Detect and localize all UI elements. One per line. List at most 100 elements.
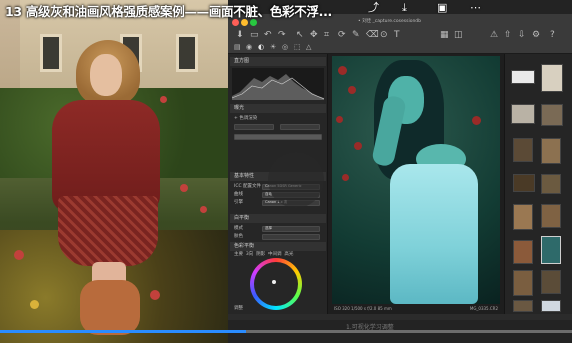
cursor-icon[interactable]: ↖ (296, 30, 304, 40)
viewer-status-bar: ISO 320 1/500 s f/2.0 85 mm MG_0335.CR2 (334, 306, 498, 312)
white-dress (390, 164, 478, 304)
share-icon[interactable]: ⤴ (368, 1, 379, 15)
copy-adjustments-icon[interactable]: ⇧ (504, 30, 512, 40)
shooting-info: ISO 320 1/500 s f/2.0 85 mm (334, 306, 392, 311)
thumbnail[interactable] (541, 270, 561, 294)
crop-icon[interactable]: ⌗ (324, 30, 329, 40)
thumbnail[interactable] (511, 104, 535, 124)
tab-3way[interactable]: 3向 (246, 252, 253, 257)
thumbnail[interactable] (513, 270, 533, 296)
thumbnail-selected[interactable] (541, 236, 561, 264)
thumbnail[interactable] (513, 300, 533, 312)
picture-in-picture-icon[interactable]: ▣ (437, 1, 447, 15)
capture-tab-icon[interactable]: ◉ (246, 42, 252, 52)
grid-view-icon[interactable]: ▦ (440, 30, 449, 40)
tab-midtone[interactable]: 中间调 (268, 252, 282, 257)
skin-label: 肤色 (234, 234, 243, 239)
folder-icon[interactable]: ▭ (250, 30, 259, 40)
image-viewer[interactable]: ISO 320 1/500 s f/2.0 85 mm MG_0335.CR2 (328, 54, 504, 314)
thumbnail[interactable] (511, 70, 535, 84)
compare-icon[interactable]: ◫ (454, 30, 463, 40)
thumbnail[interactable] (513, 138, 533, 162)
berry (342, 174, 349, 181)
import-icon[interactable]: ⬇ (236, 30, 244, 40)
color-wheel-container (236, 258, 316, 310)
color-wheel[interactable] (250, 258, 302, 310)
color-tab-icon[interactable]: ◐ (258, 42, 264, 52)
download-icon[interactable]: ⤓ (402, 1, 407, 15)
thumbnail[interactable] (541, 64, 563, 92)
brush-icon[interactable]: ✎ (352, 30, 360, 40)
wb-mode-select[interactable]: 选择 (262, 226, 320, 232)
histogram-header[interactable]: 直方图 (230, 57, 326, 66)
color-wheel-handle[interactable] (272, 280, 276, 284)
thumbnail[interactable] (541, 204, 561, 228)
video-progress-fill (0, 330, 246, 333)
zoom-window-button[interactable] (250, 19, 257, 26)
thumbnail[interactable] (541, 104, 563, 126)
lens-tab-icon[interactable]: ◎ (282, 42, 288, 52)
tab-shadow[interactable]: 阴影 (256, 252, 265, 257)
tone-render-row[interactable]: + 色调渲染 (234, 116, 257, 122)
curve-label: 曲线 (234, 192, 243, 197)
help-icon[interactable]: ? (550, 30, 555, 40)
video-frame: • 刘佳 _capture.cosessiondb ⬇ ▭ ↶ ↷ ↖ ✥ ⌗ … (0, 0, 572, 343)
style-select[interactable] (280, 124, 320, 130)
picker-icon[interactable]: ⊙ (380, 30, 388, 40)
rose (160, 96, 167, 103)
eraser-icon[interactable]: ⌫ (366, 30, 379, 40)
mode-label: 模式 (234, 226, 243, 231)
rose (14, 250, 24, 260)
minimize-window-button[interactable] (241, 19, 248, 26)
thumbnail[interactable] (513, 174, 535, 192)
white-balance-header[interactable]: 白平衡 (230, 214, 326, 223)
file-name: MG_0335.CR2 (469, 306, 498, 311)
details-tab-icon[interactable]: △ (306, 42, 311, 52)
redo-icon[interactable]: ↷ (278, 30, 286, 40)
play-overlay[interactable] (268, 152, 324, 208)
pan-icon[interactable]: ✥ (310, 30, 318, 40)
undo-icon[interactable]: ↶ (264, 30, 272, 40)
thumbnail[interactable] (513, 204, 533, 230)
flower (30, 300, 39, 309)
rotate-icon[interactable]: ⟳ (338, 30, 346, 40)
reference-photo (0, 0, 228, 343)
berry (354, 142, 362, 150)
histogram-graph (232, 74, 324, 100)
wb-mode-value: 选择 (265, 226, 272, 230)
document-name: • 刘佳 _capture.cosessiondb (358, 19, 422, 24)
exposure-warning-icon[interactable]: ⚠ (490, 30, 498, 40)
preset-select[interactable] (234, 124, 274, 130)
video-progress-track[interactable] (0, 330, 572, 333)
apply-adjustments-icon[interactable]: ⇩ (518, 30, 526, 40)
exposure-header[interactable]: 曝光 (230, 104, 326, 113)
settings-icon[interactable]: ⚙ (532, 30, 540, 40)
thumbnail[interactable] (541, 174, 561, 194)
close-window-button[interactable] (232, 19, 239, 26)
video-title: 13 高级灰和油画风格强质感案例——画面不脏、色彩不浮... (5, 4, 332, 19)
apply-field[interactable] (234, 134, 322, 140)
handbag (80, 280, 140, 335)
histogram (232, 68, 324, 100)
rose (180, 184, 188, 192)
thumbnail[interactable] (541, 138, 561, 164)
berry (472, 116, 481, 125)
thumbnail[interactable] (513, 240, 533, 264)
rose (200, 206, 207, 213)
berry (348, 86, 356, 94)
skin-tone-select[interactable] (262, 234, 320, 240)
panel-footer-label: 调整 (234, 306, 243, 311)
library-tab-icon[interactable]: ▤ (234, 42, 241, 52)
exposure-tab-icon[interactable]: ☀ (270, 42, 276, 52)
text-icon[interactable]: T (394, 30, 400, 40)
tab-master[interactable]: 主要 (234, 252, 243, 257)
composition-tab-icon[interactable]: ⬚ (294, 42, 301, 52)
color-wheel-center (254, 262, 298, 306)
color-balance-header[interactable]: 色彩平衡 (230, 242, 326, 251)
window (40, 34, 62, 72)
tab-highlight[interactable]: 高光 (284, 252, 293, 257)
more-icon[interactable]: ⋯ (470, 1, 481, 15)
berry (338, 66, 347, 75)
face (90, 54, 122, 96)
thumbnail[interactable] (541, 300, 561, 312)
